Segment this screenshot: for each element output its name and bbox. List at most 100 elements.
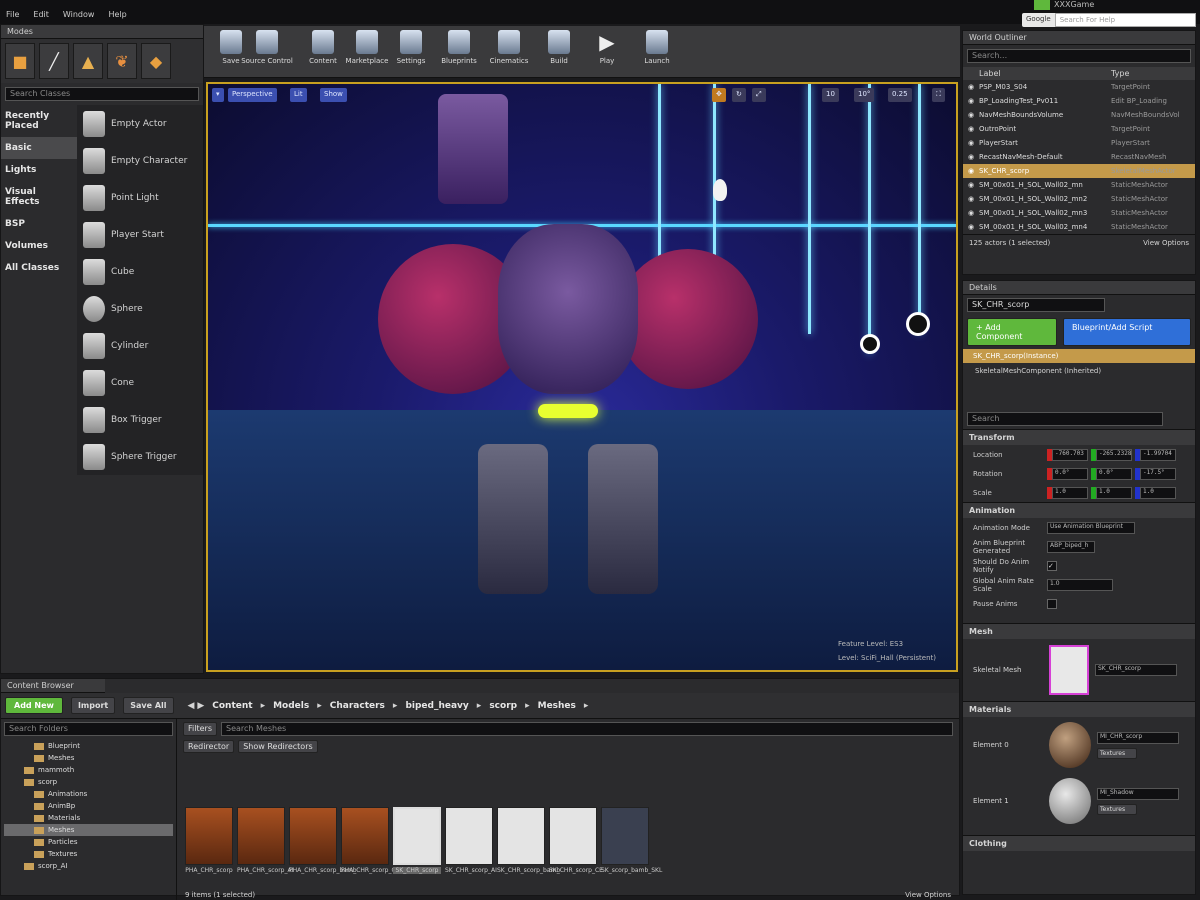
outliner-row[interactable]: ◉ SM_00x01_H_SOL_Wall02_mn4 StaticMeshActo…	[963, 220, 1195, 234]
menu-help[interactable]: Help	[108, 10, 126, 19]
source-control-button[interactable]: Source Control	[240, 30, 294, 65]
material-0-thumbnail[interactable]	[1049, 722, 1091, 768]
anim-notify-checkbox[interactable]: ✓	[1047, 560, 1057, 571]
viewport-options-button[interactable]: ▾	[212, 88, 224, 102]
place-item[interactable]: Empty Actor	[83, 105, 203, 142]
asset-tile[interactable]: SK_CHR_scorp_CE	[549, 807, 603, 874]
anim-blueprint-select[interactable]: ABP_biped_h	[1047, 540, 1095, 553]
outliner-row[interactable]: ◉ SM_00x01_H_SOL_Wall02_mn3 StaticMeshActo…	[963, 206, 1195, 220]
outliner-row[interactable]: ◉ RecastNavMesh-Default RecastNavMesh	[963, 150, 1195, 164]
visibility-eye-icon[interactable]: ◉	[963, 167, 979, 175]
folder-item[interactable]: Textures	[4, 848, 173, 860]
level-viewport[interactable]: ▾ Perspective Lit Show ✥ ↻ ⤢ 10 10° 0.25…	[206, 82, 958, 672]
asset-tile[interactable]: SK_CHR_scorp_AI	[445, 807, 497, 874]
menu-file[interactable]: File	[6, 10, 19, 19]
visibility-eye-icon[interactable]: ◉	[963, 209, 979, 217]
visibility-eye-icon[interactable]: ◉	[963, 223, 979, 231]
folder-item[interactable]: Particles	[4, 836, 173, 848]
scale-x-field[interactable]: 1.0	[1052, 486, 1088, 499]
rotation-x-field[interactable]: 0.0°	[1052, 467, 1088, 480]
category-bsp[interactable]: BSP	[1, 213, 77, 235]
geometry-mode-icon[interactable]: ◆	[141, 43, 171, 79]
location-x-field[interactable]: -760.703	[1052, 448, 1088, 461]
place-mode-icon[interactable]: ■	[5, 43, 35, 79]
visibility-eye-icon[interactable]: ◉	[963, 125, 979, 133]
asset-search-input[interactable]: Search Meshes	[220, 722, 953, 736]
animation-mode-select[interactable]: Use Animation Blueprint	[1047, 521, 1135, 534]
asset-tile[interactable]: PHA_CHR_scorp_CE	[341, 807, 399, 874]
scale-y-field[interactable]: 1.0	[1096, 486, 1132, 499]
folder-item[interactable]: Meshes	[4, 824, 173, 836]
add-component-button[interactable]: + Add Component	[967, 318, 1057, 346]
asset-tile[interactable]: SK_CHR_scorp	[393, 807, 441, 874]
content-browser-tab[interactable]: Content Browser	[1, 679, 105, 693]
back-arrow-icon[interactable]: ◀ ▶	[188, 701, 205, 711]
animation-section-header[interactable]: Animation	[963, 502, 1195, 518]
category-all-classes[interactable]: All Classes	[1, 257, 77, 279]
filters-button[interactable]: Filters	[183, 722, 217, 736]
visibility-eye-icon[interactable]: ◉	[963, 111, 979, 119]
launch-button[interactable]: Launch	[634, 30, 680, 65]
label-column-header[interactable]: Label	[979, 69, 1111, 78]
place-item[interactable]: Box Trigger	[83, 401, 203, 438]
visibility-eye-icon[interactable]: ◉	[963, 83, 979, 91]
transform-mode-icon[interactable]: ✥	[712, 88, 726, 102]
type-column-header[interactable]: Type	[1111, 69, 1129, 78]
actor-name-input[interactable]: SK_CHR_scorp	[967, 298, 1105, 312]
material-0-select[interactable]: MI_CHR_scorp	[1097, 731, 1179, 744]
lit-button[interactable]: Lit	[290, 88, 307, 102]
scale-mode-icon[interactable]: ⤢	[752, 88, 766, 102]
foliage-mode-icon[interactable]: ❦	[107, 43, 137, 79]
show-button[interactable]: Show	[320, 88, 347, 102]
outliner-row[interactable]: ◉ NavMeshBoundsVolume NavMeshBoundsVol	[963, 108, 1195, 122]
clothing-section-header[interactable]: Clothing	[963, 835, 1195, 851]
blueprints-button[interactable]: Blueprints	[436, 30, 482, 65]
outliner-row[interactable]: ◉ SK_CHR_scorp SkeletalMeshActor	[963, 164, 1195, 178]
show-redirectors-filter[interactable]: Show Redirectors	[238, 740, 318, 753]
asset-tile[interactable]: SK_scorp_bamb_SKL	[601, 807, 662, 874]
category-basic[interactable]: Basic	[1, 137, 77, 159]
scale-snap-value[interactable]: 0.25	[888, 88, 912, 102]
outliner-row[interactable]: ◉ OutroPoint TargetPoint	[963, 122, 1195, 136]
asset-tile[interactable]: SK_CHR_scorp_bamb	[497, 807, 560, 874]
paint-mode-icon[interactable]: ╱	[39, 43, 69, 79]
materials-section-header[interactable]: Materials	[963, 701, 1195, 717]
add-new-button[interactable]: Add New	[5, 697, 63, 714]
maximize-viewport-icon[interactable]: ⛶	[932, 88, 945, 102]
folder-item[interactable]: AnimBp	[4, 800, 173, 812]
place-item[interactable]: Sphere Trigger	[83, 438, 203, 475]
rotation-y-field[interactable]: 0.0°	[1096, 467, 1132, 480]
breadcrumb-item[interactable]: scorp	[489, 701, 517, 711]
place-item[interactable]: Cylinder	[83, 327, 203, 364]
outliner-view-options[interactable]: View Options	[1143, 239, 1189, 247]
folder-item[interactable]: Animations	[4, 788, 173, 800]
import-button[interactable]: Import	[70, 697, 116, 714]
asset-tile[interactable]: PHA_CHR_scorp_AI	[237, 807, 293, 874]
marketplace-button[interactable]: Marketplace	[344, 30, 390, 65]
pause-anims-checkbox[interactable]	[1047, 598, 1057, 609]
grid-snap-value[interactable]: 10	[822, 88, 839, 102]
place-item[interactable]: Cone	[83, 364, 203, 401]
build-button[interactable]: Build	[536, 30, 582, 65]
instance-component-row[interactable]: SK_CHR_scorp(Instance)	[963, 349, 1195, 363]
outliner-search-input[interactable]: Search...	[967, 49, 1191, 63]
place-item[interactable]: Player Start	[83, 216, 203, 253]
transform-section-header[interactable]: Transform	[963, 429, 1195, 445]
breadcrumb-item[interactable]: biped_heavy	[405, 701, 468, 711]
asset-tile[interactable]: PHA_CHR_scorp_bamb	[289, 807, 357, 874]
breadcrumb-item[interactable]: Content	[212, 701, 252, 711]
breadcrumb-item[interactable]: Models	[273, 701, 309, 711]
visibility-eye-icon[interactable]: ◉	[963, 195, 979, 203]
category-recently-placed[interactable]: Recently Placed	[1, 105, 77, 137]
landscape-mode-icon[interactable]: ▲	[73, 43, 103, 79]
visibility-eye-icon[interactable]: ◉	[963, 181, 979, 189]
outliner-row[interactable]: ◉ PSP_M03_S04 TargetPoint	[963, 80, 1195, 94]
save-all-button[interactable]: Save All	[123, 697, 174, 714]
rotation-z-field[interactable]: -17.5°	[1140, 467, 1176, 480]
outliner-row[interactable]: ◉ BP_LoadingTest_Pv011 Edit BP_Loading	[963, 94, 1195, 108]
rotate-mode-icon[interactable]: ↻	[732, 88, 746, 102]
material-1-thumbnail[interactable]	[1049, 778, 1091, 824]
asset-tile[interactable]: PHA_CHR_scorp	[185, 807, 233, 874]
material-1-select[interactable]: MI_Shadow	[1097, 787, 1179, 800]
global-anim-rate-field[interactable]: 1.0	[1047, 578, 1113, 591]
